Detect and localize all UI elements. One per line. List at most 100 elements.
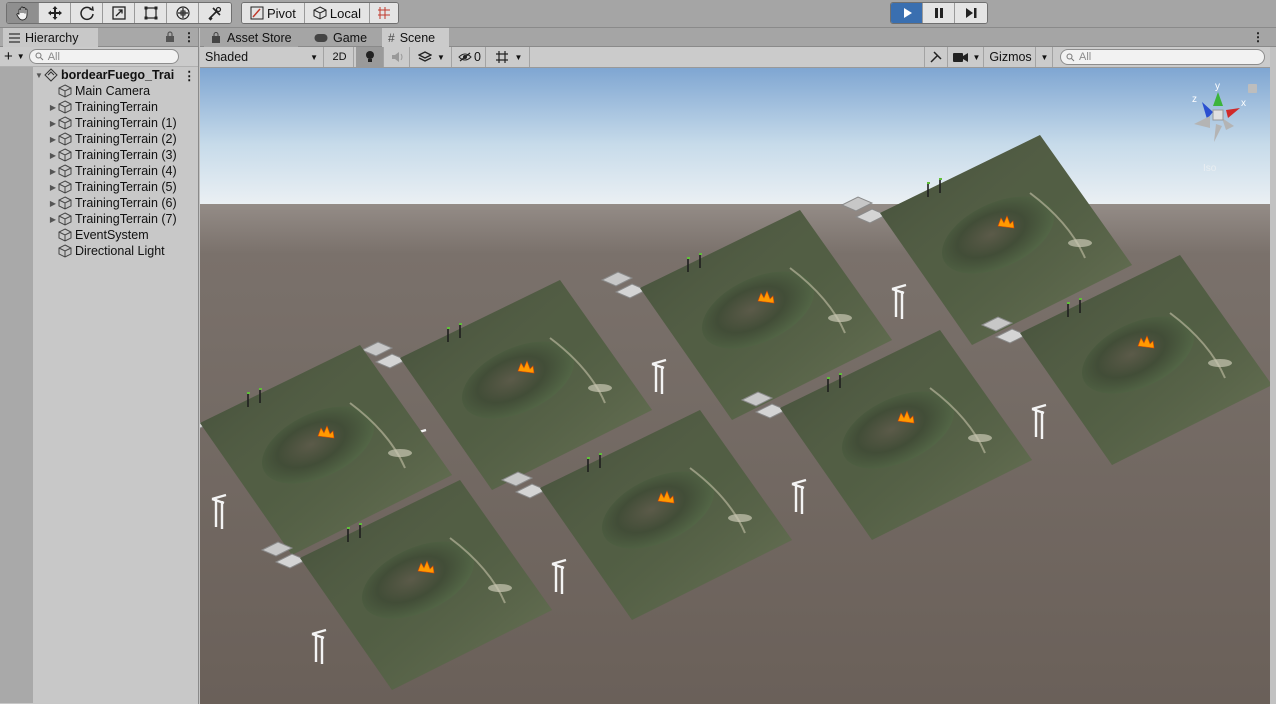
grid-dropdown[interactable]: ▼ [488, 47, 530, 67]
dropdown-arrow-icon: ▼ [310, 52, 318, 62]
scene-viewport[interactable]: y x z Iso [200, 68, 1270, 704]
expand-arrow-icon[interactable]: ▶ [48, 103, 58, 112]
gameobject-cube-icon [58, 164, 72, 178]
list-icon [9, 32, 20, 43]
rect-tool-icon[interactable] [135, 3, 167, 23]
expand-arrow-icon[interactable]: ▶ [48, 151, 58, 160]
effects-dropdown[interactable]: ▼ [412, 47, 452, 67]
hidden-objects-toggle[interactable]: 0 [454, 47, 486, 67]
add-plus-icon[interactable]: + [4, 49, 13, 64]
transform-tool-icon[interactable] [167, 3, 199, 23]
hierarchy-item-label: TrainingTerrain [75, 100, 158, 114]
unity-scene-icon [44, 68, 58, 82]
scene-menu-icon[interactable]: ⋮ [183, 68, 196, 83]
mode-2d-toggle[interactable]: 2D [326, 47, 354, 67]
grid-snap-icon[interactable] [369, 3, 398, 23]
scale-tool-icon[interactable] [103, 3, 135, 23]
hierarchy-item-label: TrainingTerrain (7) [75, 212, 177, 226]
bag-icon [212, 31, 220, 43]
hierarchy-item[interactable]: EventSystem [0, 227, 198, 243]
hierarchy-search-row: + ▼ All [0, 47, 198, 67]
terrain-clearing [1208, 359, 1232, 367]
play-button-icon[interactable] [891, 3, 923, 23]
move-tool-icon[interactable] [39, 3, 71, 23]
panel-edge [1270, 47, 1276, 704]
pause-button-icon[interactable] [923, 3, 955, 23]
hierarchy-item[interactable]: Main Camera [0, 83, 198, 99]
scene-tools-toggle[interactable] [924, 47, 948, 67]
shading-mode-label: Shaded [205, 50, 249, 64]
expand-arrow-icon[interactable]: ▼ [34, 71, 44, 80]
mode-2d-label: 2D [332, 51, 347, 63]
hierarchy-item-label: Main Camera [75, 84, 151, 98]
handle-position-group: Pivot Local [241, 2, 399, 24]
scene-search-input[interactable]: All [1060, 49, 1265, 65]
lighting-toggle[interactable] [356, 47, 384, 67]
gameobject-cube-icon [58, 148, 72, 162]
hierarchy-item[interactable]: ▶ TrainingTerrain (3) [0, 147, 198, 163]
gizmos-button[interactable]: Gizmos [986, 47, 1036, 67]
hierarchy-item[interactable]: ▶ TrainingTerrain (1) [0, 115, 198, 131]
hierarchy-tabbar: Hierarchy ⋮ [0, 28, 198, 47]
tab-hierarchy[interactable]: Hierarchy [3, 28, 98, 47]
local-toggle[interactable]: Local [304, 3, 370, 23]
pivot-icon [250, 6, 264, 20]
expand-arrow-icon[interactable]: ▶ [48, 135, 58, 144]
gameobject-cube-icon [58, 100, 72, 114]
hierarchy-item-label: Directional Light [75, 244, 165, 258]
gizmo-lock-icon[interactable] [1248, 84, 1257, 93]
tab-asset-store[interactable]: Asset Store [204, 28, 298, 47]
gameobject-cube-icon [58, 132, 72, 146]
dropdown-arrow-icon[interactable]: ▼ [17, 52, 25, 61]
step-button-icon[interactable] [955, 3, 987, 23]
hierarchy-item[interactable]: ▶ TrainingTerrain (4) [0, 163, 198, 179]
terrain-clearing [968, 434, 992, 442]
hierarchy-item[interactable]: Directional Light [0, 243, 198, 259]
expand-arrow-icon[interactable]: ▶ [48, 167, 58, 176]
hierarchy-item[interactable]: ▶ TrainingTerrain (6) [0, 195, 198, 211]
hidden-count: 0 [474, 50, 481, 64]
terrain-clearing [488, 584, 512, 592]
terrain-clearing [1068, 239, 1092, 247]
local-cube-icon [313, 6, 327, 20]
hash-icon: # [388, 30, 395, 45]
expand-arrow-icon[interactable]: ▶ [48, 215, 58, 224]
expand-arrow-icon[interactable]: ▶ [48, 183, 58, 192]
gizmo-axis-z-label: z [1192, 94, 1197, 105]
hierarchy-panel: Hierarchy ⋮ + ▼ All ▼ bordearFuego_Trai … [0, 28, 199, 704]
rotate-tool-icon[interactable] [71, 3, 103, 23]
camera-dropdown[interactable]: ▼ [950, 47, 984, 67]
scene-panel-menu-icon[interactable]: ⋮ [1252, 30, 1264, 44]
lock-icon[interactable] [165, 31, 175, 46]
expand-arrow-icon[interactable]: ▶ [48, 119, 58, 128]
tab-game[interactable]: Game [308, 28, 373, 47]
gizmos-dropdown[interactable]: ▼ [1037, 47, 1053, 67]
hierarchy-item[interactable]: ▶ TrainingTerrain (7) [0, 211, 198, 227]
gizmo-projection-label[interactable]: Iso [1203, 163, 1217, 174]
scene-root-row[interactable]: ▼ bordearFuego_Trai ⋮ [0, 67, 198, 83]
expand-arrow-icon[interactable]: ▶ [48, 199, 58, 208]
gameobject-cube-icon [58, 84, 72, 98]
grid-icon [495, 51, 508, 63]
tab-game-label: Game [333, 30, 368, 45]
hand-tool-icon[interactable] [7, 3, 39, 23]
gameobject-cube-icon [58, 244, 72, 258]
tab-scene[interactable]: # Scene [382, 28, 449, 47]
shading-mode-dropdown[interactable]: Shaded ▼ [200, 47, 324, 67]
scene-search-wrapper: All [1060, 49, 1265, 65]
scene-search-placeholder: All [1079, 51, 1092, 63]
custom-tool-icon[interactable] [199, 3, 231, 23]
hierarchy-search-input[interactable]: All [28, 49, 179, 64]
hierarchy-item[interactable]: ▶ TrainingTerrain [0, 99, 198, 115]
tab-asset-store-label: Asset Store [227, 30, 292, 45]
audio-toggle[interactable] [386, 47, 410, 67]
gamepad-icon [314, 33, 328, 42]
gizmo-center-cube[interactable] [1212, 109, 1224, 121]
pivot-toggle[interactable]: Pivot [242, 3, 305, 23]
hierarchy-menu-icon[interactable]: ⋮ [183, 30, 195, 44]
hierarchy-item-label: TrainingTerrain (2) [75, 132, 177, 146]
hierarchy-item[interactable]: ▶ TrainingTerrain (2) [0, 131, 198, 147]
tools-icon [930, 51, 942, 63]
search-icon [1066, 53, 1075, 61]
hierarchy-item[interactable]: ▶ TrainingTerrain (5) [0, 179, 198, 195]
